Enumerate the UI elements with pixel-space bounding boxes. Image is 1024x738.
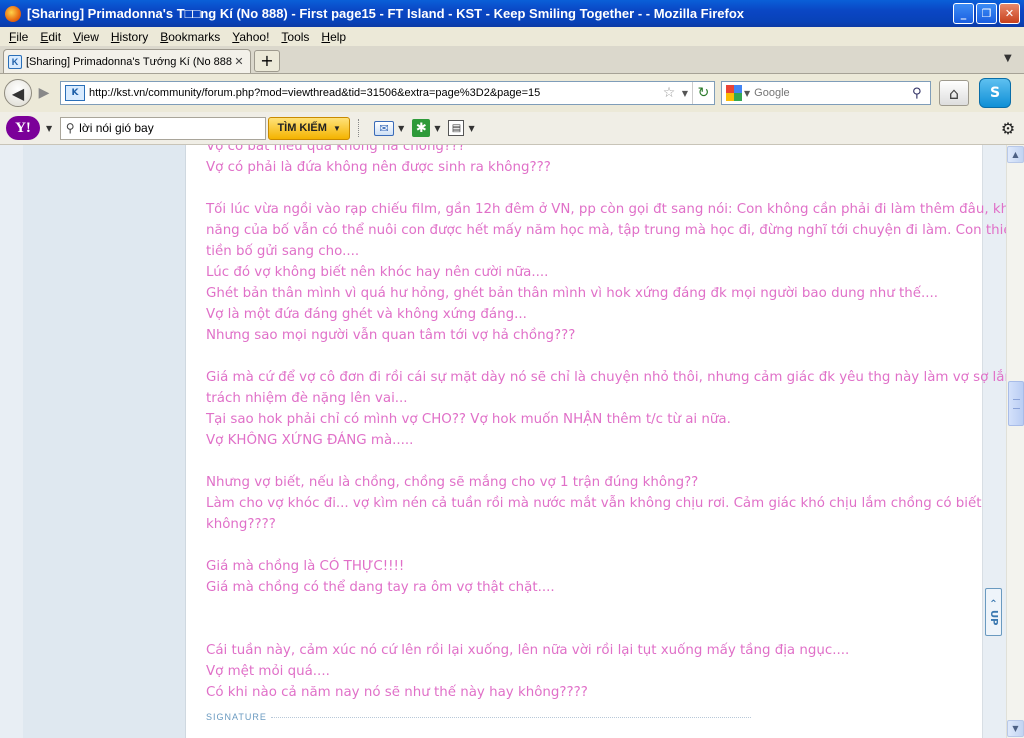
scroll-down-arrow-icon[interactable]: ▼	[1007, 720, 1024, 737]
post-line: tiền bố gửi sang cho....	[206, 244, 360, 259]
post-line: Giá mà cứ để vợ cô đơn đi rồi cái sự mặt…	[206, 370, 1006, 385]
yahoo-toolbar: Y! ▼ ⚲ lời nói gió bay TÌM KIẾM ▼ ✉ ▼ ✱ …	[0, 112, 1024, 145]
widget-icon[interactable]: ✱	[412, 119, 431, 137]
forward-arrow-icon[interactable]: ▶	[34, 82, 54, 104]
tab-close-icon[interactable]: ✕	[232, 55, 246, 68]
scroll-up-label: UP	[988, 609, 999, 626]
search-engine-dropdown-icon[interactable]: ▼	[744, 89, 750, 98]
post-line: Ghét bản thân mình vì quá hư hỏng, ghét …	[206, 286, 939, 301]
signature-divider: SIGNATURE	[206, 712, 751, 722]
menu-help[interactable]: Help	[315, 30, 352, 44]
url-text[interactable]: http://kst.vn/community/forum.php?mod=vi…	[89, 87, 660, 99]
post-line: Làm cho vợ khóc đi... vợ kìm nén cả tuần…	[206, 496, 982, 511]
post-line: Tối lúc vừa ngồi vào rạp chiếu film, gần…	[206, 202, 1006, 217]
window-controls: _ ❐ ✕	[953, 3, 1020, 24]
post-line: Vợ KHÔNG XỨNG ĐÁNG mà.....	[206, 433, 414, 448]
scroll-up-button[interactable]: ⌃ UP	[985, 588, 1002, 636]
yahoo-search-button-label: TÌM KIẾM	[277, 122, 327, 134]
tab-list-dropdown-icon[interactable]: ▼	[1004, 53, 1018, 69]
menu-tools[interactable]: Tools	[275, 30, 315, 44]
address-bar[interactable]: K http://kst.vn/community/forum.php?mod=…	[60, 81, 715, 105]
chevron-down-icon: ▼	[332, 123, 341, 133]
menu-file[interactable]: File	[3, 30, 34, 44]
post-line: Giá mà chồng có thể dang tay ra ôm vợ th…	[206, 580, 555, 595]
site-favicon-icon: K	[8, 54, 22, 69]
post-line: Nhưng vợ biết, nếu là chồng, chồng sẽ mắ…	[206, 475, 699, 490]
post-line: Vợ là một đứa đáng ghét và không xứng đá…	[206, 307, 527, 322]
author-column	[23, 145, 186, 738]
menu-bookmarks[interactable]: Bookmarks	[154, 30, 226, 44]
restore-button[interactable]: ❐	[976, 3, 997, 24]
post-line: trách nhiệm đè nặng lên vai...	[206, 391, 408, 406]
star-icon[interactable]: ☆	[660, 85, 678, 101]
post-line: Cái tuần này, cảm xúc nó cứ lên rồi lại …	[206, 643, 850, 658]
chevron-down-icon[interactable]: ▼	[398, 124, 404, 133]
gear-icon[interactable]: ⚙	[998, 119, 1018, 138]
yahoo-mail-tool[interactable]: ✉ ▼	[374, 120, 404, 136]
firefox-icon	[5, 5, 21, 22]
window-title: [Sharing] Primadonna's T□□ng Kí (No 888)…	[27, 6, 745, 21]
menu-history[interactable]: History	[105, 30, 154, 44]
post-line: Tại sao hok phải chỉ có mình vợ CHO?? Vợ…	[206, 412, 731, 427]
back-arrow-icon[interactable]: ◀	[4, 79, 32, 107]
page-icon[interactable]: ▤	[448, 120, 465, 136]
yahoo-logo[interactable]: Y!	[6, 116, 40, 140]
skype-icon[interactable]: S	[979, 78, 1011, 108]
menu-view[interactable]: View	[67, 30, 105, 44]
tab-label: [Sharing] Primadonna's Tướng Kí (No 888)…	[26, 55, 232, 68]
post-line: Nhưng sao mọi người vẫn quan tâm tới vợ …	[206, 328, 576, 343]
tab-bar: K [Sharing] Primadonna's Tướng Kí (No 88…	[0, 46, 1024, 74]
reload-icon[interactable]: ↻	[692, 82, 714, 104]
chevron-down-icon[interactable]: ▼	[434, 124, 440, 133]
window-titlebar: [Sharing] Primadonna's T□□ng Kí (No 888)…	[0, 0, 1024, 27]
search-box[interactable]: ▼ ⚲	[721, 81, 931, 105]
home-icon[interactable]: ⌂	[939, 80, 969, 106]
new-tab-button[interactable]: +	[254, 50, 280, 72]
menu-bar: File Edit View History Bookmarks Yahoo! …	[0, 27, 1024, 46]
navigation-bar: ◀ ▶ K http://kst.vn/community/forum.php?…	[0, 74, 1024, 112]
scrollbar-thumb[interactable]	[1008, 381, 1024, 426]
post-body: Vợ có bất hiếu quá không hả chồng??? Vợ …	[186, 145, 1006, 738]
signature-label: SIGNATURE	[206, 712, 267, 722]
up-arrow-icon: ⌃	[989, 598, 998, 610]
chevron-down-icon[interactable]: ▼	[468, 124, 474, 133]
mail-icon[interactable]: ✉	[374, 120, 395, 136]
search-icon: ⚲	[65, 121, 75, 135]
yahoo-menu-dropdown-icon[interactable]: ▼	[46, 124, 52, 133]
menu-yahoo[interactable]: Yahoo!	[226, 30, 275, 44]
yahoo-search-button[interactable]: TÌM KIẾM ▼	[268, 116, 351, 140]
site-identity-icon[interactable]: K	[65, 85, 85, 101]
post-line: Lúc đó vợ không biết nên khóc hay nên cư…	[206, 265, 549, 280]
scroll-up-arrow-icon[interactable]: ▲	[1007, 146, 1024, 163]
post-line: Có khi nào cả năm nay nó sẽ như thế này …	[206, 685, 588, 700]
google-engine-icon[interactable]	[726, 85, 742, 101]
tab-active[interactable]: K [Sharing] Primadonna's Tướng Kí (No 88…	[3, 49, 251, 73]
post-line: Vợ mệt mỏi quá....	[206, 664, 330, 679]
menu-edit[interactable]: Edit	[34, 30, 67, 44]
minimize-button[interactable]: _	[953, 3, 974, 24]
post-line: Vợ có phải là đứa không nên được sinh ra…	[206, 160, 551, 175]
post-line: Vợ có bất hiếu quá không hả chồng???	[206, 145, 466, 154]
close-button[interactable]: ✕	[999, 3, 1020, 24]
yahoo-search-query[interactable]: lời nói gió bay	[79, 121, 154, 135]
yahoo-page-tool[interactable]: ▤ ▼	[448, 120, 475, 136]
post-line: năng của bố vẫn có thể nuôi con được hết…	[206, 223, 1006, 238]
search-input[interactable]	[754, 87, 912, 99]
post-line: Giá mà chồng là CÓ THỰC!!!!	[206, 559, 405, 574]
yahoo-search-field[interactable]: ⚲ lời nói gió bay	[60, 116, 267, 140]
search-icon[interactable]: ⚲	[912, 86, 930, 101]
yahoo-green-tool[interactable]: ✱ ▼	[412, 119, 440, 137]
post-line: không????	[206, 517, 276, 532]
vertical-scrollbar[interactable]: ▲ ▼	[1006, 145, 1024, 738]
page-viewport: Vợ có bất hiếu quá không hả chồng??? Vợ …	[0, 145, 1006, 738]
url-history-dropdown-icon[interactable]: ▼	[678, 89, 692, 98]
toolbar-separator	[358, 119, 366, 137]
